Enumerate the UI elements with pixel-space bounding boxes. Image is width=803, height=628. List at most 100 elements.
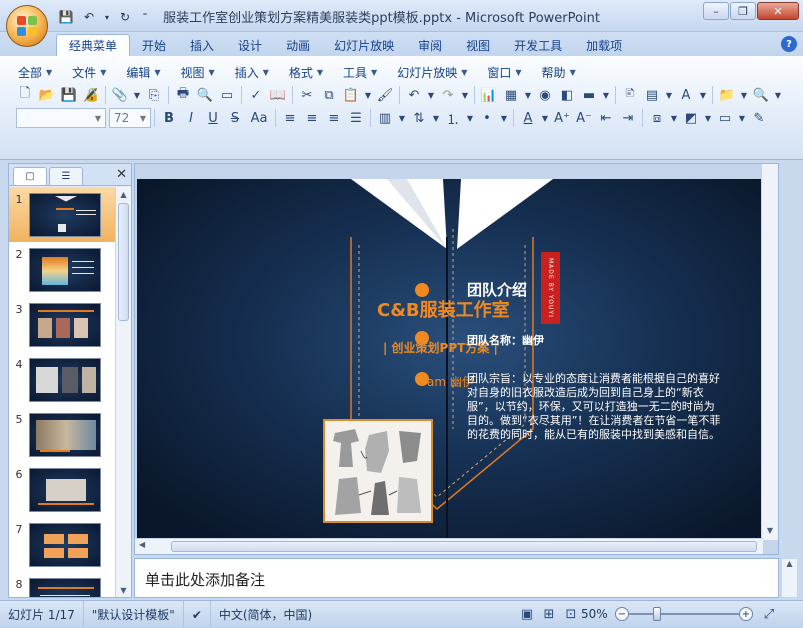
dropdown-icon[interactable]: ▾ [102,8,112,26]
menu-view[interactable]: 视图 ▼ [171,62,225,83]
justify-icon[interactable]: ☰ [345,108,367,128]
italic-icon[interactable]: I [180,108,202,128]
close-icon[interactable]: ✕ [757,2,799,20]
menu-edit[interactable]: 编辑 ▼ [116,62,170,83]
zoom-out-icon[interactable]: − [615,607,629,621]
chevron-down-icon[interactable]: ▼ [736,108,748,128]
fit-to-window-icon[interactable]: ⤢ [760,605,778,623]
chevron-down-icon[interactable]: ▼ [738,85,750,105]
slide-view-icon[interactable]: ▭ [216,85,238,105]
tab-slides[interactable]: ▢ [13,167,47,185]
slide-thumbnail[interactable]: 3 [9,297,115,352]
slide-thumbnail[interactable]: 2 [9,242,115,297]
help-icon[interactable]: ? [781,36,797,52]
slide-thumbnail[interactable]: 1 [9,187,115,242]
scroll-thumb[interactable] [118,203,129,321]
chevron-down-icon[interactable]: ▼ [430,108,442,128]
language-indicator[interactable]: 中文(简体，中国) [211,601,320,628]
close-icon[interactable]: ✕ [116,167,127,182]
scroll-left-icon[interactable]: ◀ [139,540,145,549]
tab-slide-show[interactable]: 幻灯片放映 [322,34,406,56]
tab-insert[interactable]: 插入 [178,34,226,56]
chevron-down-icon[interactable]: ▼ [697,85,709,105]
slide-thumbnail[interactable]: 4 [9,352,115,407]
restore-icon[interactable]: ❐ [730,2,756,20]
shape-fill-icon[interactable]: ▭ [714,108,736,128]
font-name-combo[interactable]: ▼ [16,108,106,128]
columns-icon[interactable]: ▥ [374,108,396,128]
tab-classic-menu[interactable]: 经典菜单 [56,34,131,56]
chevron-down-icon[interactable]: ▼ [600,85,612,105]
slide-sorter-icon[interactable]: ⊞ [540,605,558,623]
office-button[interactable] [6,5,48,47]
menu-slide-show[interactable]: 幻灯片放映 ▼ [387,62,477,83]
menu-all[interactable]: 全部 ▼ [8,62,62,83]
slide-horizontal-scrollbar[interactable]: ◀ [135,538,763,554]
spelling-icon[interactable]: ✓ [245,85,267,105]
tab-addins[interactable]: 加载项 [574,34,634,56]
menu-tools[interactable]: 工具 ▼ [333,62,387,83]
slide-thumbnail[interactable]: 5 [9,407,115,462]
slide-show-icon[interactable]: ⊡ [562,605,580,623]
font-size-combo[interactable]: 72 ▼ [109,108,151,128]
tab-developer[interactable]: 开发工具 [502,34,574,56]
increase-font-icon[interactable]: A⁺ [551,108,573,128]
shape-outline-icon[interactable]: ✎ [748,108,770,128]
find-icon[interactable]: 🔍 [750,85,772,105]
align-right-icon[interactable]: ≡ [323,108,345,128]
permission-icon[interactable]: 🔏 [80,85,102,105]
zoom-level[interactable]: 50% [581,607,608,621]
chevron-down-icon[interactable]: ▼ [459,85,471,105]
folder-icon[interactable]: 📁 [716,85,738,105]
redo-icon[interactable]: ↷ [437,85,459,105]
tab-review[interactable]: 审阅 [406,34,454,56]
normal-view-icon[interactable]: ▣ [518,605,536,623]
font-color-icon[interactable]: A [517,108,539,128]
notes-scrollbar[interactable]: ▲ [781,558,798,598]
slide-thumbnail[interactable]: 6 [9,462,115,517]
spelling-status-icon[interactable]: ✔ [184,601,211,628]
zoom-in-icon[interactable]: + [739,607,753,621]
save-icon[interactable]: 💾 [56,8,76,26]
new-slide-icon[interactable]: 🗈 [619,85,641,105]
menu-insert[interactable]: 插入 ▼ [225,62,279,83]
zoom-handle[interactable] [653,607,661,621]
color-grayscale-icon[interactable]: ◧ [556,85,578,105]
redo-icon[interactable]: ↻ [115,8,135,26]
undo-icon[interactable]: ↶ [403,85,425,105]
notes-pane[interactable]: 单击此处添加备注 [134,558,779,598]
save-icon[interactable]: 💾 [58,85,80,105]
chevron-down-icon[interactable]: ▼ [425,85,437,105]
scroll-down-icon[interactable]: ▼ [116,583,131,597]
menu-file[interactable]: 文件 ▼ [62,62,116,83]
chevron-down-icon[interactable]: ▼ [522,85,534,105]
arrange-icon[interactable]: ⧈ [646,108,668,128]
tab-home[interactable]: 开始 [130,34,178,56]
quick-styles-icon[interactable]: ◩ [680,108,702,128]
table-icon[interactable]: ▦ [500,85,522,105]
chevron-down-icon[interactable]: ▼ [464,108,476,128]
text-direction-icon[interactable]: ⇅ [408,108,430,128]
thumbnails-scrollbar[interactable]: ▲ ▼ [115,187,131,597]
slide-canvas[interactable]: MADE BY YOUYI C&B服装工作室 | 创业策划PPT方案 | am … [137,179,767,539]
attach-icon[interactable]: 📎 [109,85,131,105]
change-case-icon[interactable]: Aa [246,108,272,128]
chevron-down-icon[interactable]: ▼ [396,108,408,128]
chevron-down-icon[interactable]: ▼ [362,85,374,105]
zoom-slider[interactable]: − + [615,607,753,621]
menu-format[interactable]: 格式 ▼ [279,62,333,83]
decrease-font-icon[interactable]: A⁻ [573,108,595,128]
scroll-down-icon[interactable]: ▼ [762,526,778,540]
chevron-down-icon[interactable]: ▼ [663,85,675,105]
undo-icon[interactable]: ↶ [79,8,99,26]
publish-icon[interactable]: ⎘ [143,85,165,105]
chevron-down-icon[interactable]: ▼ [668,108,680,128]
numbering-icon[interactable]: ⒈ [442,108,464,128]
scroll-thumb[interactable] [171,541,757,552]
underline-icon[interactable]: U [202,108,224,128]
menu-help[interactable]: 帮助 ▼ [532,62,586,83]
chevron-down-icon[interactable]: ▼ [539,108,551,128]
chevron-down-icon[interactable]: ▼ [131,85,143,105]
print-icon[interactable]: 🖶 [172,85,194,105]
chevron-down-icon[interactable]: ▼ [498,108,510,128]
